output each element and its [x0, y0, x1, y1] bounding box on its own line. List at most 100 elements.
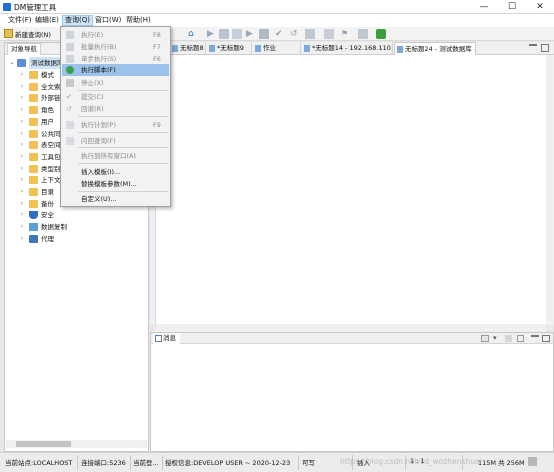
- close-button[interactable]: ✕: [526, 0, 554, 14]
- options-icon[interactable]: [358, 29, 368, 39]
- menu-item[interactable]: ✔ 提交(C): [62, 91, 169, 103]
- chevron-right-icon[interactable]: ›: [19, 186, 25, 198]
- tab-object-navigator[interactable]: 对象导航: [7, 43, 41, 55]
- batch-run-icon[interactable]: [219, 29, 229, 39]
- menu-item-shortcut: F8: [153, 31, 161, 39]
- tree-item[interactable]: › 代理: [5, 233, 148, 245]
- run-icon[interactable]: ▶: [207, 29, 217, 39]
- menu-file[interactable]: 文件(F): [6, 15, 34, 26]
- menu-item-label: 回滚(R): [81, 105, 104, 113]
- menu-item[interactable]: 执行计划(P) F9: [62, 119, 169, 131]
- chevron-right-icon[interactable]: ›: [19, 163, 25, 175]
- chevron-right-icon[interactable]: ›: [19, 128, 25, 140]
- chevron-right-icon[interactable]: ›: [19, 92, 25, 104]
- maximize-icon[interactable]: [542, 335, 550, 342]
- chevron-down-icon[interactable]: ▾: [493, 334, 497, 342]
- menu-separator: [78, 116, 168, 117]
- stop-icon[interactable]: [259, 29, 269, 39]
- script-run-icon[interactable]: ▶: [246, 29, 256, 39]
- commit-icon: ✔: [66, 93, 72, 101]
- console-icon[interactable]: [481, 335, 489, 342]
- tree-item-label: 用户: [41, 117, 54, 126]
- query-menu-dropdown: 执行(E) F8 批量执行(B) F7 单步执行(S) F6 执行脚本(F) 停止(X) ✔ 提交…: [60, 26, 171, 207]
- menu-item[interactable]: 执行脚本(F): [62, 64, 169, 76]
- home-icon[interactable]: ⌂: [188, 29, 198, 39]
- maximize-editor-icon[interactable]: [541, 44, 549, 52]
- folder-icon: [29, 129, 38, 138]
- horizontal-scrollbar[interactable]: [6, 440, 147, 448]
- editor-tab-label: *无标题9: [217, 44, 244, 52]
- new-query-button[interactable]: 新建查询(N): [15, 29, 51, 39]
- step-run-icon[interactable]: [232, 29, 242, 39]
- tree-item-label: 目录: [41, 188, 54, 196]
- tree-item-label: 上下文: [41, 176, 61, 185]
- menu-item[interactable]: 插入模板(I)...: [62, 166, 169, 178]
- tree-item-label: 公共同: [41, 129, 61, 138]
- status-writable: 可写: [302, 459, 315, 467]
- chevron-right-icon[interactable]: ›: [19, 69, 25, 81]
- rollback-icon[interactable]: ↺: [290, 29, 300, 39]
- explain-plan-icon[interactable]: [305, 29, 315, 39]
- chevron-right-icon[interactable]: ›: [19, 233, 25, 245]
- menu-item[interactable]: 停止(X): [62, 77, 169, 89]
- minimize-editor-icon[interactable]: [529, 44, 537, 52]
- chevron-right-icon[interactable]: ›: [19, 116, 25, 128]
- minimize-icon[interactable]: [531, 335, 539, 342]
- chevron-right-icon[interactable]: ›: [19, 81, 25, 93]
- chevron-down-icon[interactable]: ⌄: [9, 57, 15, 69]
- editor-tab[interactable]: 作业: [253, 42, 301, 55]
- format-icon[interactable]: ⚑: [341, 29, 351, 39]
- watermark: https://blog.csdn.net/sd_wozhenshuai: [340, 457, 482, 466]
- menu-item[interactable]: 批量执行(B) F7: [62, 41, 169, 53]
- editor-tab[interactable]: *无标题9: [207, 42, 252, 55]
- menu-item[interactable]: 执行到所有窗口(A): [62, 150, 169, 162]
- agent-icon: [29, 234, 38, 243]
- status-current: 当前登...: [133, 459, 159, 467]
- sql-editor[interactable]: [150, 55, 550, 325]
- tree-item-label: 工具包: [41, 152, 61, 161]
- tree-item-label: 模式: [41, 71, 54, 79]
- status-separator: [298, 455, 299, 470]
- tree-item[interactable]: › 数据复制: [5, 221, 148, 233]
- garbage-collect-icon[interactable]: [528, 457, 537, 466]
- tab-messages[interactable]: 消息: [153, 333, 180, 344]
- insert-template-icon: [66, 168, 74, 176]
- chevron-right-icon[interactable]: ›: [19, 174, 25, 186]
- menu-item[interactable]: ↺ 回滚(R): [62, 103, 169, 115]
- chevron-right-icon[interactable]: ›: [19, 221, 25, 233]
- editor-tab[interactable]: 无标题24 - 测试数据库: [394, 42, 476, 55]
- menu-help[interactable]: 帮助(H): [124, 15, 153, 26]
- commit-icon[interactable]: ✔: [275, 29, 285, 39]
- run-icon: [66, 31, 74, 39]
- app-icon: [3, 3, 11, 11]
- menu-query[interactable]: 查询(Q): [62, 15, 93, 26]
- folder-icon: [29, 106, 38, 115]
- editor-tab[interactable]: 无标题8: [170, 42, 206, 55]
- menu-item[interactable]: 自定义(U)...: [62, 193, 169, 205]
- chevron-right-icon[interactable]: ›: [19, 139, 25, 151]
- tree-item-label: 角色: [41, 106, 54, 115]
- menu-edit[interactable]: 编辑(E): [33, 15, 61, 26]
- debug-icon[interactable]: [376, 29, 386, 39]
- chevron-right-icon[interactable]: ›: [19, 209, 25, 221]
- editor-tab[interactable]: *无标题14 - 192.168.110: [302, 42, 393, 55]
- tree-item[interactable]: › 安全: [5, 209, 148, 221]
- sql-file-icon: [255, 45, 261, 52]
- maximize-button[interactable]: ☐: [498, 0, 526, 14]
- clear-icon[interactable]: [517, 335, 524, 342]
- menu-item[interactable]: 执行(E) F8: [62, 29, 169, 41]
- menu-item[interactable]: 替换模板参数(M)...: [62, 178, 169, 190]
- menu-window[interactable]: 窗口(W): [93, 15, 123, 26]
- chevron-right-icon[interactable]: ›: [19, 151, 25, 163]
- flashback-icon[interactable]: [324, 29, 334, 39]
- minimize-button[interactable]: —: [470, 0, 498, 14]
- editor-vertical-scrollbar[interactable]: [546, 55, 554, 325]
- chevron-right-icon[interactable]: ›: [19, 104, 25, 116]
- chevron-right-icon[interactable]: ›: [19, 198, 25, 210]
- status-port: 连接端口:5236: [81, 459, 126, 467]
- scrollbar-thumb[interactable]: [16, 441, 71, 447]
- pin-icon[interactable]: [505, 335, 512, 342]
- menu-item[interactable]: 闪回查询(F): [62, 135, 169, 147]
- editor-horizontal-scrollbar[interactable]: [156, 324, 546, 332]
- step-run-icon: [66, 55, 74, 63]
